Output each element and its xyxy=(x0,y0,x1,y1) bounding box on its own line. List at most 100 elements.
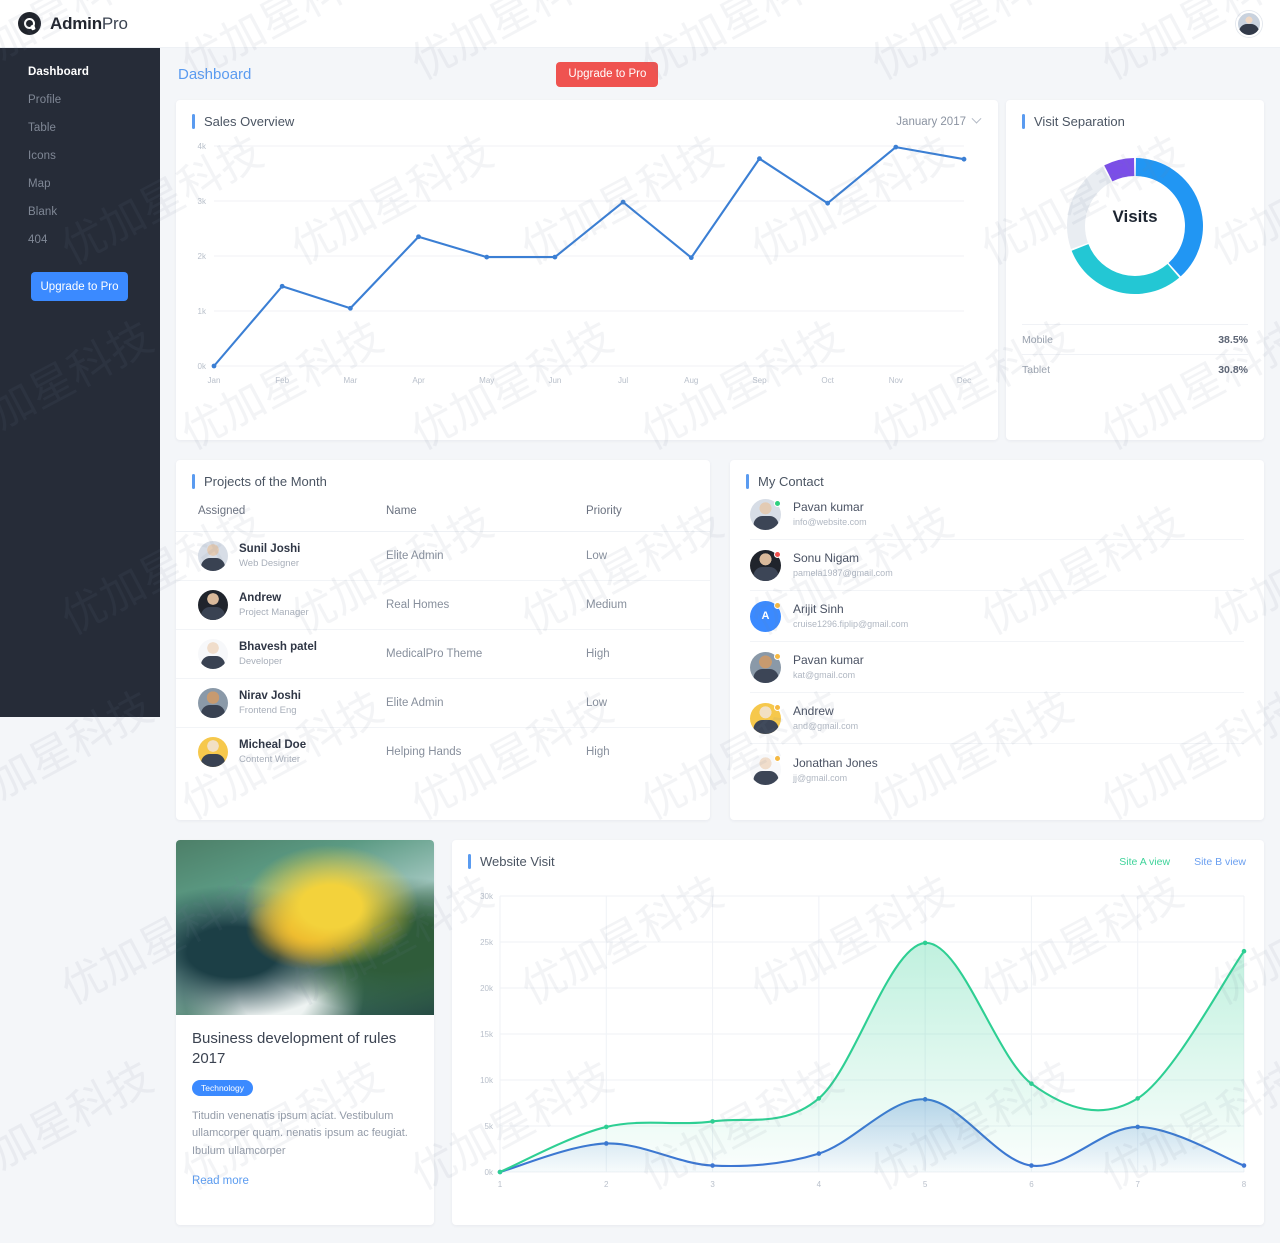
svg-text:Mar: Mar xyxy=(343,376,357,385)
sales-month-selector[interactable]: January 2017 xyxy=(896,113,982,128)
sidebar-item-dashboard[interactable]: Dashboard xyxy=(0,58,160,86)
table-row[interactable]: Bhavesh patel Developer MedicalPro Theme… xyxy=(176,629,710,679)
list-item[interactable]: Pavan kumar info@website.com xyxy=(750,489,1244,540)
visit-key-mobile: Mobile xyxy=(1022,333,1053,346)
page-header: Dashboard Upgrade to Pro xyxy=(160,48,1280,100)
assignee-name: Micheal Doe xyxy=(239,738,307,751)
brand-text: AdminPro xyxy=(50,14,128,34)
svg-text:20k: 20k xyxy=(480,984,494,993)
sales-card-header: Sales Overview January 2017 xyxy=(176,100,998,129)
list-item[interactable]: A Arijit Sinh cruise1296.fiplip@gmail.co… xyxy=(750,591,1244,642)
project-priority: High xyxy=(586,746,610,758)
list-item[interactable]: Jonathan Jones jj@gmail.com xyxy=(750,744,1244,795)
svg-text:1: 1 xyxy=(498,1180,503,1189)
sidebar-item-table[interactable]: Table xyxy=(0,114,160,142)
upgrade-to-pro-button[interactable]: Upgrade to Pro xyxy=(556,61,659,87)
svg-text:3k: 3k xyxy=(198,197,207,206)
legend-site-a[interactable]: Site A view xyxy=(1119,856,1170,868)
table-row[interactable]: Sunil Joshi Web Designer Elite Admin Low xyxy=(176,531,710,581)
assignee-role: Project Manager xyxy=(239,607,309,619)
svg-text:8: 8 xyxy=(1242,1180,1247,1189)
read-more-link[interactable]: Read more xyxy=(192,1175,249,1187)
sales-line-chart: 0k 1k 2k 3k 4k Jan Feb Mar Apr May Jun Jul Aug Sep Oct… xyxy=(198,142,972,385)
visit-card-header: Visit Separation xyxy=(1006,100,1264,129)
avatar xyxy=(750,498,781,530)
contact-name: Andrew xyxy=(793,704,834,719)
visit-key-tablet: Tablet xyxy=(1022,363,1051,376)
contact-email: kat@gmail.com xyxy=(793,670,856,681)
projects-table: Assigned Name Priority Sunil Joshi Web D… xyxy=(176,505,710,776)
status-badge xyxy=(774,755,781,762)
project-priority: Low xyxy=(586,531,710,581)
column-priority: Priority xyxy=(586,505,710,532)
visit-card-title: Visit Separation xyxy=(1034,114,1125,129)
page-title: Dashboard xyxy=(178,65,252,83)
contact-name: Arijit Sinh xyxy=(793,602,844,617)
project-priority: Low xyxy=(586,678,710,728)
contacts-card-header: My Contact xyxy=(730,460,1264,489)
assignee-role: Developer xyxy=(239,656,283,668)
contact-email: jj@gmail.com xyxy=(793,772,848,783)
svg-text:10k: 10k xyxy=(480,1076,494,1085)
visit-value-mobile: 38.5% xyxy=(1218,333,1248,346)
table-row[interactable]: Nirav Joshi Frontend Eng Elite Admin Low xyxy=(176,678,710,728)
assignee-name: Bhavesh patel xyxy=(239,640,317,653)
list-item[interactable]: Sonu Nigam pamela1987@gmail.com xyxy=(750,540,1244,591)
svg-text:6: 6 xyxy=(1029,1180,1034,1189)
sidebar-item-profile[interactable]: Profile xyxy=(0,86,160,114)
sidebar-item-404[interactable]: 404 xyxy=(0,226,160,254)
project-name: Elite Admin xyxy=(386,678,586,728)
table-row[interactable]: Andrew Project Manager Real Homes Medium xyxy=(176,580,710,630)
svg-text:4: 4 xyxy=(817,1180,822,1189)
avatar xyxy=(198,688,228,718)
svg-text:Sep: Sep xyxy=(752,376,767,385)
blog-card[interactable]: Business development of rules 2017 Techn… xyxy=(176,840,434,1225)
status-badge xyxy=(774,550,781,558)
svg-text:15k: 15k xyxy=(480,1030,494,1039)
contact-name: Pavan kumar xyxy=(793,653,864,668)
svg-text:5k: 5k xyxy=(485,1122,494,1131)
table-row[interactable]: Micheal Doe Content Writer Helping Hands… xyxy=(176,728,710,777)
svg-text:0k: 0k xyxy=(485,1168,494,1177)
blog-body: Business development of rules 2017 Techn… xyxy=(176,1015,434,1189)
contacts-card-title: My Contact xyxy=(758,474,824,489)
website-visit-card: Website Visit Site A view Site B view 0k… xyxy=(452,840,1264,1225)
brand-light: Pro xyxy=(101,13,128,33)
list-item[interactable]: Pavan kumar kat@gmail.com xyxy=(750,642,1244,693)
svg-text:4k: 4k xyxy=(198,142,207,151)
status-badge xyxy=(774,499,781,507)
accent-bar xyxy=(192,114,195,129)
sidebar-item-icons[interactable]: Icons xyxy=(0,142,160,170)
blog-title: Business development of rules 2017 xyxy=(192,1030,397,1067)
visit-row-mobile: Mobile 38.5% xyxy=(1022,324,1248,354)
contact-email: cruise1296.fiplip@gmail.com xyxy=(793,619,909,630)
month-selector-label: January 2017 xyxy=(896,115,966,128)
avatar[interactable] xyxy=(1236,10,1262,37)
accent-bar xyxy=(192,474,195,489)
assignee-role: Content Writer xyxy=(239,754,301,766)
brand-logo[interactable]: AdminPro xyxy=(0,12,160,35)
svg-text:Jan: Jan xyxy=(208,376,221,385)
sidebar-upgrade-button[interactable]: Upgrade to Pro xyxy=(31,272,128,301)
donut-center-label: Visits xyxy=(1112,207,1158,226)
website-visit-area-chart: 0k 5k 10k 15k 20k 25k 30k 1 2 3 4 5 6 7 8 xyxy=(480,892,1247,1189)
avatar xyxy=(198,737,228,767)
avatar: A xyxy=(750,600,781,632)
logo-icon xyxy=(18,12,41,35)
svg-text:Jul: Jul xyxy=(618,376,628,385)
crab-photo-image xyxy=(176,840,434,1015)
list-item[interactable]: Andrew and@gmail.com xyxy=(750,693,1244,744)
svg-text:Aug: Aug xyxy=(684,376,698,385)
website-card-title: Website Visit xyxy=(480,854,555,869)
projects-card-header: Projects of the Month xyxy=(176,460,710,489)
contact-name: Pavan kumar xyxy=(793,500,864,515)
legend-site-b[interactable]: Site B view xyxy=(1194,856,1246,868)
accent-bar xyxy=(1022,114,1025,129)
project-name: MedicalPro Theme xyxy=(386,629,586,679)
status-badge xyxy=(774,601,781,609)
assignee-name: Andrew xyxy=(239,591,282,604)
category-badge[interactable]: Technology xyxy=(192,1079,254,1096)
sidebar-item-blank[interactable]: Blank xyxy=(0,198,160,226)
visit-donut-chart: Visits xyxy=(1006,129,1264,324)
sidebar-item-map[interactable]: Map xyxy=(0,170,160,198)
